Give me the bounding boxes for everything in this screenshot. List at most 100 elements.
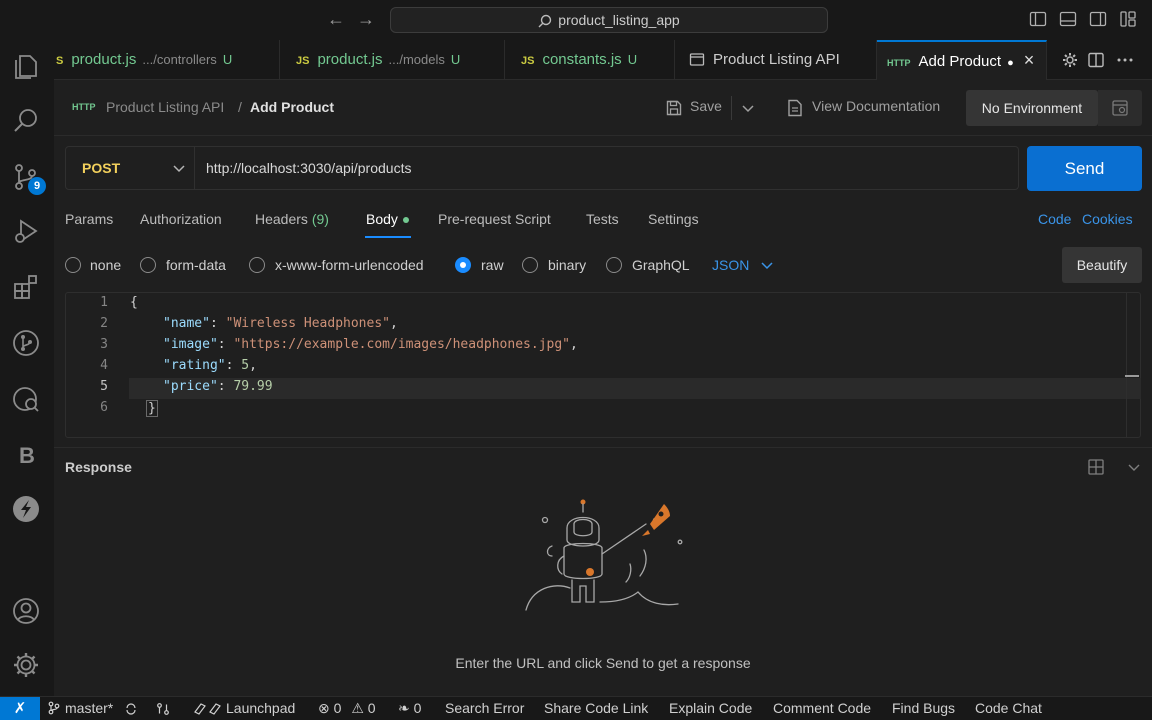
tab-params[interactable]: Params xyxy=(65,211,113,227)
back-arrow-icon[interactable]: ← xyxy=(326,9,346,29)
explain-code-button[interactable]: Explain Code xyxy=(669,700,752,716)
branch-indicator[interactable]: master* xyxy=(47,700,113,716)
save-icon[interactable] xyxy=(665,99,683,117)
settings-gear-icon[interactable] xyxy=(11,650,43,682)
tab-product-model[interactable]: JS product.js .../models U xyxy=(280,40,505,80)
untracked-badge: U xyxy=(627,52,638,67)
chevron-down-icon xyxy=(173,165,185,173)
tab-body[interactable]: Body xyxy=(366,211,409,227)
code-close-brace: } xyxy=(146,400,158,417)
explorer-icon[interactable] xyxy=(11,52,43,84)
command-center-search[interactable]: product_listing_app xyxy=(390,7,828,33)
http-icon: HTTP xyxy=(887,58,911,68)
extensions-icon[interactable] xyxy=(11,272,43,304)
problems-indicator[interactable]: ⊗ 0 ⚠ 0 xyxy=(318,700,376,717)
git-graph-icon[interactable] xyxy=(11,328,43,360)
environment-selector[interactable]: No Environment xyxy=(966,90,1098,126)
remote-indicator-icon[interactable]: ✗ xyxy=(0,697,40,720)
breadcrumb-separator: / xyxy=(238,99,242,115)
active-tab-underline xyxy=(365,236,411,238)
method-selector[interactable]: POST xyxy=(65,146,195,190)
chevron-down-icon[interactable] xyxy=(760,258,774,272)
radio-form-data[interactable] xyxy=(140,257,156,273)
breadcrumb-collection[interactable]: Product Listing API xyxy=(106,99,224,115)
save-button[interactable]: Save xyxy=(690,98,722,114)
tab-constants[interactable]: JS constants.js U xyxy=(505,40,675,80)
toggle-secondary-sidebar-icon[interactable] xyxy=(1089,10,1107,28)
split-editor-icon[interactable] xyxy=(1087,51,1105,69)
astronaut-rocket-illustration xyxy=(525,499,683,611)
empty-response-hint: Enter the URL and click Send to get a re… xyxy=(455,655,751,671)
radio-binary[interactable] xyxy=(522,257,538,273)
activity-bar: 9 B xyxy=(0,40,54,696)
line-number: 1 xyxy=(100,295,108,310)
share-code-link-button[interactable]: Share Code Link xyxy=(544,700,648,716)
editor-tabs: Sproduct.js .../controllers U JS product.js… xyxy=(54,40,1152,80)
url-input[interactable]: http://localhost:3030/api/products xyxy=(195,146,1019,190)
layout-toggle-icon[interactable] xyxy=(1087,458,1105,476)
format-selector[interactable]: JSON xyxy=(712,257,749,273)
tab-headers[interactable]: Headers (9) xyxy=(255,211,329,227)
current-line-highlight xyxy=(129,378,1141,399)
tab-settings[interactable]: Settings xyxy=(648,211,699,227)
radio-none[interactable] xyxy=(65,257,81,273)
tab-label: Product Listing API xyxy=(713,51,840,68)
tab-pre-request-script[interactable]: Pre-request Script xyxy=(438,211,551,227)
close-tab-icon[interactable]: × xyxy=(1024,50,1035,70)
thunder-client-icon[interactable] xyxy=(11,494,43,526)
customize-layout-icon[interactable] xyxy=(1119,10,1137,28)
radio-graphql[interactable] xyxy=(606,257,622,273)
radio-raw-label: raw xyxy=(481,257,504,273)
toggle-panel-icon[interactable] xyxy=(1059,10,1077,28)
js-file-icon: JS xyxy=(296,55,310,67)
remote-explorer-icon[interactable] xyxy=(11,384,43,416)
sync-icon[interactable] xyxy=(124,702,138,716)
response-divider[interactable] xyxy=(54,447,1152,448)
chevron-down-icon[interactable] xyxy=(741,101,755,115)
find-bugs-button[interactable]: Find Bugs xyxy=(892,700,955,716)
environment-quick-look-icon xyxy=(1112,100,1128,116)
radio-none-label: none xyxy=(90,257,122,273)
environment-settings-button[interactable] xyxy=(1098,90,1142,126)
tab-tests[interactable]: Tests xyxy=(586,211,619,227)
radio-binary-label: binary xyxy=(548,257,587,273)
tab-product-controller[interactable]: Sproduct.js .../controllers U xyxy=(54,40,280,80)
send-button[interactable]: Send xyxy=(1027,146,1142,191)
tab-authorization[interactable]: Authorization xyxy=(140,211,222,227)
beautify-button[interactable]: Beautify xyxy=(1062,247,1142,283)
untracked-badge: U xyxy=(222,52,233,67)
request-body-editor[interactable]: 1 2 3 4 5 6 { "name": "Wireless Headphon… xyxy=(65,292,1141,438)
git-compare-icon[interactable] xyxy=(156,702,170,716)
tab-product-listing-api[interactable]: Product Listing API xyxy=(675,40,877,80)
launchpad-button[interactable]: Launchpad xyxy=(192,700,295,716)
tab-headers-label: Headers xyxy=(255,211,308,227)
line-number: 4 xyxy=(100,358,108,373)
b-extension-icon[interactable]: B xyxy=(11,440,43,472)
code-chat-button[interactable]: Code Chat xyxy=(975,700,1042,716)
ports-icon: ❧ xyxy=(398,700,410,716)
search-icon xyxy=(538,15,552,28)
run-debug-icon[interactable] xyxy=(11,216,43,248)
accounts-icon[interactable] xyxy=(11,596,43,628)
chevron-down-icon[interactable] xyxy=(1125,458,1143,476)
forward-arrow-icon[interactable]: → xyxy=(356,9,376,29)
tab-path: .../models xyxy=(388,52,445,67)
tab-add-product[interactable]: HTTP Add Product ● × xyxy=(877,40,1047,80)
radio-urlencoded[interactable] xyxy=(249,257,265,273)
gear-icon[interactable] xyxy=(1061,51,1079,69)
radio-raw[interactable] xyxy=(455,257,471,273)
code-link[interactable]: Code xyxy=(1038,211,1071,227)
response-title: Response xyxy=(65,459,132,475)
cookies-link[interactable]: Cookies xyxy=(1082,211,1133,227)
more-actions-icon[interactable] xyxy=(1116,51,1134,69)
toggle-primary-sidebar-icon[interactable] xyxy=(1029,10,1047,28)
view-documentation-button[interactable]: View Documentation xyxy=(812,98,940,114)
search-error-button[interactable]: Search Error xyxy=(445,700,524,716)
ports-indicator[interactable]: ❧ 0 xyxy=(398,700,421,717)
comment-code-button[interactable]: Comment Code xyxy=(773,700,871,716)
js-file-icon: JS xyxy=(521,55,535,67)
editor-scrollbar-track[interactable] xyxy=(1126,293,1127,437)
line-number: 5 xyxy=(100,379,108,394)
method-label: POST xyxy=(82,160,121,176)
search-icon[interactable] xyxy=(11,106,43,138)
